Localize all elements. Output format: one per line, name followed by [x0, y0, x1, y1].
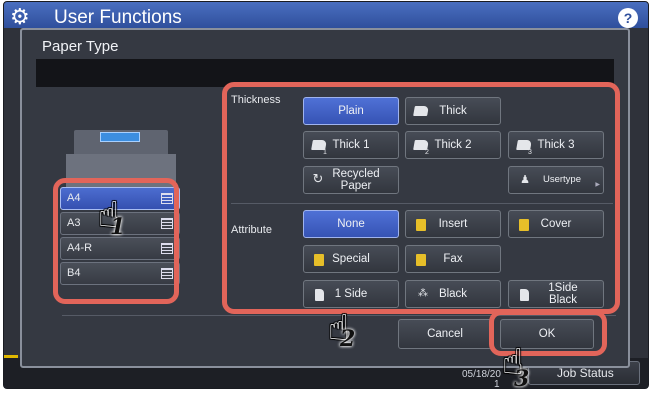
- cancel-label: Cancel: [427, 328, 463, 340]
- step-number-3: 3: [514, 366, 530, 392]
- step-number-1: 1: [110, 214, 126, 240]
- help-icon[interactable]: ?: [618, 8, 638, 28]
- callout-type-highlight: [222, 82, 620, 314]
- cancel-button[interactable]: Cancel: [398, 319, 492, 349]
- title-bar: ⚙ User Functions ?: [4, 2, 648, 28]
- page-text: 1: [494, 379, 500, 389]
- printer-panel: [100, 132, 140, 142]
- dialog-title: Paper Type: [42, 38, 119, 55]
- app-title: User Functions: [54, 7, 182, 28]
- gear-icon: ⚙: [10, 4, 30, 29]
- step-number-2: 2: [340, 326, 356, 352]
